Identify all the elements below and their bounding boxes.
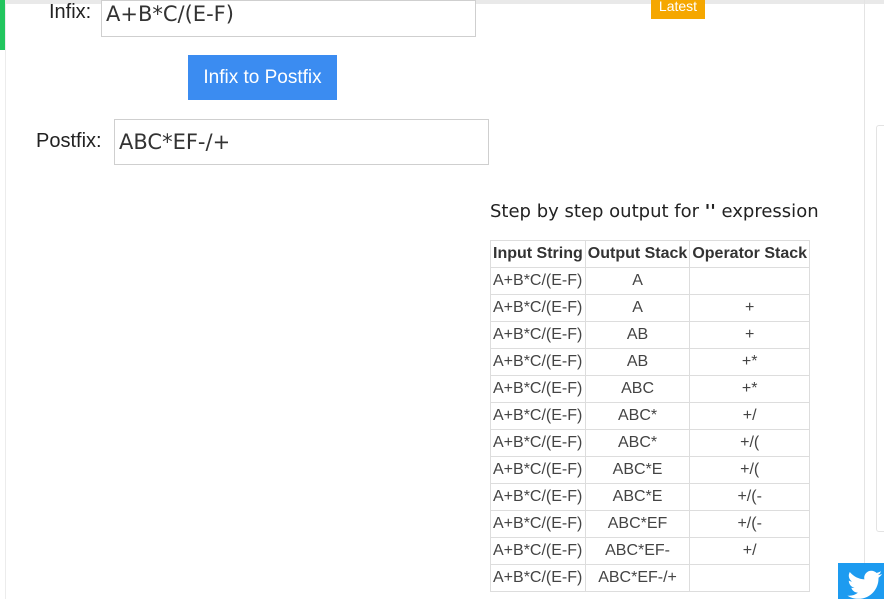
left-divider	[5, 0, 6, 599]
table-row: A+B*C/(E-F) ABC*E +/(	[490, 456, 811, 484]
cell-output-stack: ABC*EF	[584, 510, 691, 538]
cell-output-stack: ABC*EF-/+	[584, 564, 691, 592]
cell-output-stack: ABC*	[584, 402, 691, 430]
cell-input-string: A+B*C/(E-F)	[490, 537, 586, 565]
table-row: A+B*C/(E-F) AB +*	[490, 348, 811, 376]
cell-output-stack: ABC*E	[584, 456, 691, 484]
cell-operator-stack: +	[689, 321, 811, 349]
cell-operator-stack: +/	[689, 537, 811, 565]
table-row: A+B*C/(E-F) ABC +*	[490, 375, 811, 403]
cell-input-string: A+B*C/(E-F)	[490, 375, 586, 403]
cell-output-stack: ABC*	[584, 429, 691, 457]
cell-operator-stack: +	[689, 294, 811, 322]
header-input-string: Input String	[490, 240, 586, 268]
cell-output-stack: ABC*EF-	[584, 537, 691, 565]
cell-input-string: A+B*C/(E-F)	[490, 483, 586, 511]
steps-table: Input String Output Stack Operator Stack…	[490, 240, 811, 592]
side-panel	[876, 125, 884, 532]
postfix-label: Postfix:	[36, 130, 102, 152]
cell-operator-stack: +*	[689, 375, 811, 403]
infix-input[interactable]: A+B*C/(E-F)	[101, 0, 476, 37]
table-row: A+B*C/(E-F) ABC*EF- +/	[490, 537, 811, 565]
cell-input-string: A+B*C/(E-F)	[490, 456, 586, 484]
table-header-row: Input String Output Stack Operator Stack	[490, 240, 811, 268]
cell-operator-stack	[689, 267, 811, 295]
cell-output-stack: ABC	[584, 375, 691, 403]
cell-output-stack: AB	[584, 321, 691, 349]
table-row: A+B*C/(E-F) ABC* +/	[490, 402, 811, 430]
table-row: A+B*C/(E-F) A +	[490, 294, 811, 322]
steps-title-prefix: Step by step output for	[490, 201, 700, 222]
steps-title: Step by step output for '' expression	[490, 201, 819, 222]
cell-input-string: A+B*C/(E-F)	[490, 402, 586, 430]
twitter-icon	[847, 570, 882, 599]
table-row: A+B*C/(E-F) ABC*EF-/+	[490, 564, 811, 592]
table-row: A+B*C/(E-F) ABC* +/(	[490, 429, 811, 457]
cell-operator-stack: +/(-	[689, 510, 811, 538]
cell-operator-stack: +/	[689, 402, 811, 430]
cell-output-stack: A	[584, 294, 691, 322]
right-divider	[864, 0, 865, 599]
infix-to-postfix-button[interactable]: Infix to Postfix	[188, 55, 337, 100]
cell-input-string: A+B*C/(E-F)	[490, 267, 586, 295]
cell-operator-stack: +/(	[689, 429, 811, 457]
table-row: A+B*C/(E-F) AB +	[490, 321, 811, 349]
table-row: A+B*C/(E-F) ABC*EF +/(-	[490, 510, 811, 538]
infix-label: Infix:	[49, 1, 92, 23]
header-output-stack: Output Stack	[584, 240, 691, 268]
cell-input-string: A+B*C/(E-F)	[490, 564, 586, 592]
steps-title-suffix: expression	[721, 201, 819, 222]
cell-input-string: A+B*C/(E-F)	[490, 510, 586, 538]
header-operator-stack: Operator Stack	[689, 240, 811, 268]
postfix-output[interactable]: ABC*EF-/+	[114, 119, 489, 165]
cell-operator-stack	[689, 564, 811, 592]
steps-title-quote: ''	[704, 201, 716, 222]
latest-badge[interactable]: Latest	[651, 0, 705, 19]
table-row: A+B*C/(E-F) ABC*E +/(-	[490, 483, 811, 511]
table-row: A+B*C/(E-F) A	[490, 267, 811, 295]
cell-operator-stack: +/(-	[689, 483, 811, 511]
cell-input-string: A+B*C/(E-F)	[490, 294, 586, 322]
cell-input-string: A+B*C/(E-F)	[490, 348, 586, 376]
cell-output-stack: A	[584, 267, 691, 295]
twitter-share-button[interactable]	[838, 563, 884, 599]
cell-input-string: A+B*C/(E-F)	[490, 321, 586, 349]
cell-input-string: A+B*C/(E-F)	[490, 429, 586, 457]
cell-output-stack: AB	[584, 348, 691, 376]
cell-operator-stack: +*	[689, 348, 811, 376]
cell-operator-stack: +/(	[689, 456, 811, 484]
cell-output-stack: ABC*E	[584, 483, 691, 511]
